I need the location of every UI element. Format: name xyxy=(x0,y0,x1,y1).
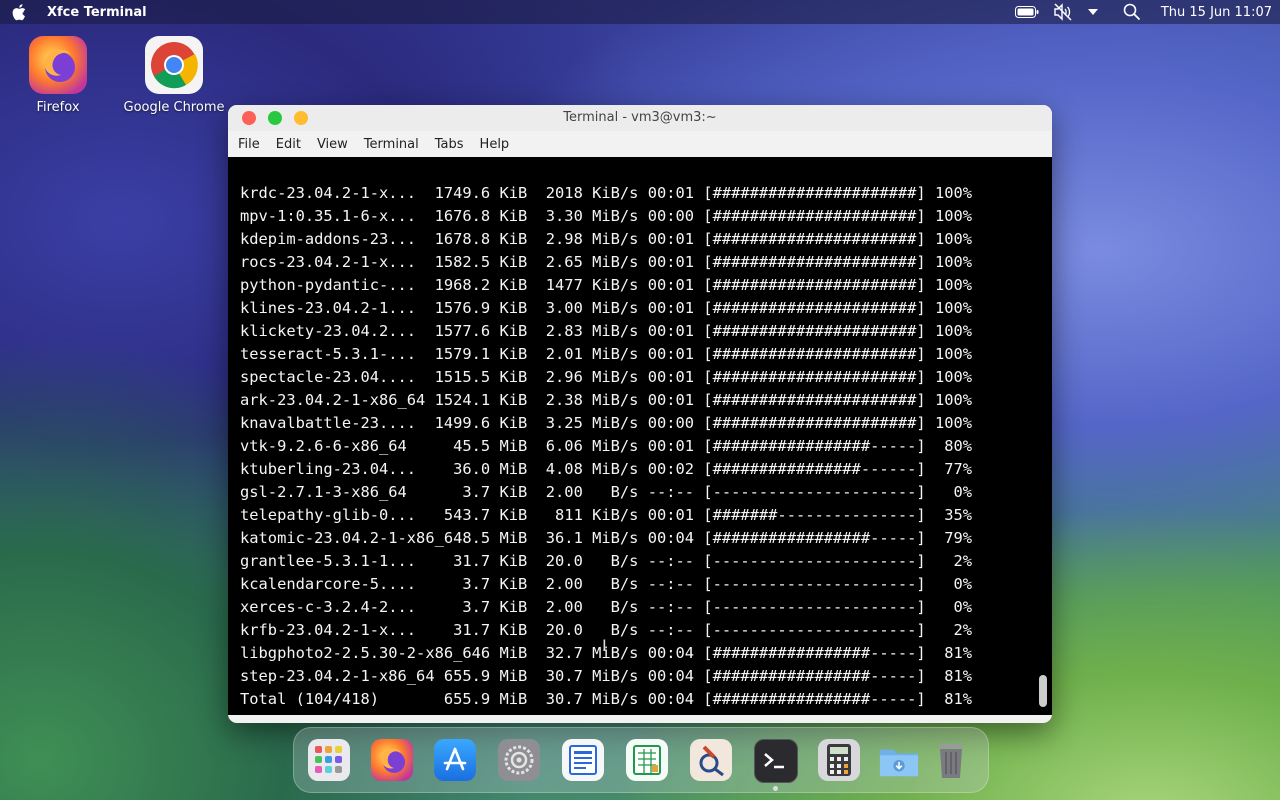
terminal-line: kdepim-addons-23... 1678.8 KiB 2.98 MiB/… xyxy=(240,230,973,248)
menu-edit[interactable]: Edit xyxy=(276,137,301,152)
terminal-line: gsl-2.7.1-3-x86_64 3.7 KiB 2.00 B/s --:-… xyxy=(240,483,973,501)
text-cursor-icon: I xyxy=(602,636,607,655)
search-icon[interactable] xyxy=(1123,3,1141,21)
terminal-line: xerces-c-3.2.4-2... 3.7 KiB 2.00 B/s --:… xyxy=(240,598,973,616)
terminal-line: knavalbattle-23.... 1499.6 KiB 3.25 MiB/… xyxy=(240,414,973,432)
terminal-line: rocs-23.04.2-1-x... 1582.5 KiB 2.65 MiB/… xyxy=(240,253,973,271)
terminal-line: vtk-9.2.6-6-x86_64 45.5 MiB 6.06 MiB/s 0… xyxy=(240,437,973,455)
terminal-icon[interactable] xyxy=(754,739,798,783)
apple-menu-icon[interactable] xyxy=(10,2,30,22)
desktop-firefox[interactable]: Firefox xyxy=(3,36,113,115)
terminal-line: libgphoto2-2.5.30-2-x86_646 MiB 32.7 MiB… xyxy=(240,644,973,662)
terminal-line: klickety-23.04.2... 1577.6 KiB 2.83 MiB/… xyxy=(240,322,973,340)
menu-terminal[interactable]: Terminal xyxy=(364,137,419,152)
terminal-line: python-pydantic-... 1968.2 KiB 1477 KiB/… xyxy=(240,276,973,294)
terminal-line: krfb-23.04.2-1-x... 31.7 KiB 20.0 B/s --… xyxy=(240,621,973,639)
volume-muted-icon[interactable] xyxy=(1053,3,1073,21)
firefox-icon[interactable] xyxy=(371,739,413,781)
calculator-icon[interactable] xyxy=(818,739,860,781)
terminal-output[interactable]: krdc-23.04.2-1-x... 1749.6 KiB 2018 KiB/… xyxy=(228,157,1034,715)
top-menubar: Xfce Terminal Thu 15 Jun 11:07 xyxy=(0,0,1280,24)
active-app-title[interactable]: Xfce Terminal xyxy=(47,5,147,20)
image-viewer-icon[interactable] xyxy=(690,739,732,781)
firefox-icon xyxy=(29,36,87,94)
terminal-line: spectacle-23.04.... 1515.5 KiB 2.96 MiB/… xyxy=(240,368,973,386)
terminal-line: krdc-23.04.2-1-x... 1749.6 KiB 2018 KiB/… xyxy=(240,184,973,202)
window-titlebar[interactable]: Terminal - vm3@vm3:~ xyxy=(228,105,1052,131)
scrollbar-thumb[interactable] xyxy=(1039,675,1047,707)
downloads-folder-icon[interactable] xyxy=(878,739,920,781)
desktop-icon-label: Google Chrome xyxy=(123,100,225,115)
settings-icon[interactable] xyxy=(498,739,540,781)
battery-icon[interactable] xyxy=(1014,6,1039,18)
dock xyxy=(293,727,989,793)
terminal-line: mpv-1:0.35.1-6-x... 1676.8 KiB 3.30 MiB/… xyxy=(240,207,973,225)
window-menubar: File Edit View Terminal Tabs Help xyxy=(228,131,1052,157)
terminal-line: telepathy-glib-0... 543.7 KiB 811 KiB/s … xyxy=(240,506,973,524)
menu-help[interactable]: Help xyxy=(480,137,510,152)
terminal-line: Total (104/418) 655.9 MiB 30.7 MiB/s 00:… xyxy=(240,690,973,708)
terminal-line: ark-23.04.2-1-x86_64 1524.1 KiB 2.38 MiB… xyxy=(240,391,973,409)
terminal-line: grantlee-5.3.1-1... 31.7 KiB 20.0 B/s --… xyxy=(240,552,973,570)
launcher-icon[interactable] xyxy=(308,739,350,781)
terminal-window: Terminal - vm3@vm3:~ File Edit View Term… xyxy=(228,105,1052,723)
desktop-google-chrome[interactable]: Google Chrome xyxy=(119,36,229,115)
trash-icon[interactable] xyxy=(930,739,972,781)
menu-file[interactable]: File xyxy=(238,137,260,152)
chevron-down-icon[interactable] xyxy=(1087,8,1099,16)
terminal-line: klines-23.04.2-1... 1576.9 KiB 3.00 MiB/… xyxy=(240,299,973,317)
terminal-line: ktuberling-23.04... 36.0 MiB 4.08 MiB/s … xyxy=(240,460,973,478)
terminal-line: step-23.04.2-1-x86_64 655.9 MiB 30.7 MiB… xyxy=(240,667,973,685)
window-title: Terminal - vm3@vm3:~ xyxy=(563,110,717,125)
chrome-icon xyxy=(145,36,203,94)
dock-running-indicator xyxy=(773,786,778,791)
writer-icon[interactable] xyxy=(562,739,604,781)
terminal-line: kcalendarcore-5.... 3.7 KiB 2.00 B/s --:… xyxy=(240,575,973,593)
terminal-scrollbar[interactable] xyxy=(1034,157,1052,715)
terminal-line: katomic-23.04.2-1-x86_648.5 MiB 36.1 MiB… xyxy=(240,529,973,547)
calc-icon[interactable] xyxy=(626,739,668,781)
clock[interactable]: Thu 15 Jun 11:07 xyxy=(1161,5,1272,20)
desktop-icon-label: Firefox xyxy=(36,100,80,115)
menu-view[interactable]: View xyxy=(317,137,348,152)
app-store-icon[interactable] xyxy=(434,739,476,781)
terminal-line: tesseract-5.3.1-... 1579.1 KiB 2.01 MiB/… xyxy=(240,345,973,363)
menu-tabs[interactable]: Tabs xyxy=(435,137,464,152)
